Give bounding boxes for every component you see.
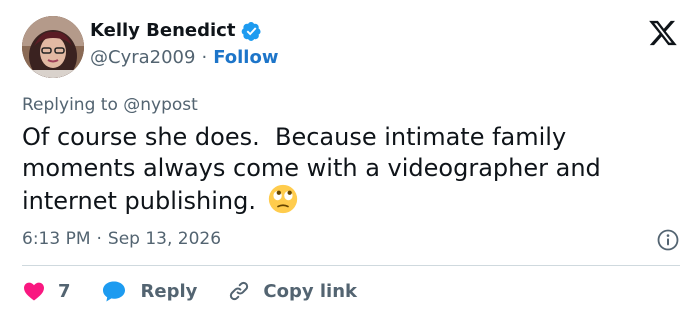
heart-icon (24, 282, 44, 301)
tweet-header: Kelly Benedict @Cyra2009 · Follow (22, 16, 680, 80)
face-with-rolling-eyes-emoji (268, 184, 298, 214)
handle[interactable]: @Cyra2009 (90, 47, 195, 69)
reply-mention[interactable]: @nypost (123, 95, 198, 115)
copy-link-label: Copy link (263, 280, 357, 302)
profile-photo (22, 16, 84, 78)
link-icon (230, 281, 249, 301)
tweet-text: Of course she does. Because intimate fam… (22, 123, 609, 215)
speech-bubble-icon (102, 281, 125, 302)
reply-prefix: Replying to (22, 95, 118, 115)
follow-button[interactable]: Follow (213, 47, 278, 69)
action-bar: 7 Reply Copy link (22, 278, 357, 304)
display-name[interactable]: Kelly Benedict (90, 20, 235, 42)
author-info: Kelly Benedict @Cyra2009 · Follow (90, 20, 278, 69)
reply-label: Reply (140, 280, 198, 302)
timestamp-separator: · (96, 229, 102, 249)
avatar[interactable] (22, 16, 84, 78)
copy-link-button[interactable]: Copy link (227, 279, 357, 303)
like-button[interactable]: 7 (22, 279, 71, 303)
timestamp-date: Sep 13, 2026 (107, 229, 222, 249)
timestamp[interactable]: 6:13 PM · Sep 13, 2026 (22, 228, 221, 250)
info-icon[interactable] (656, 228, 680, 252)
tweet-body: Of course she does. Because intimate fam… (22, 122, 662, 217)
handle-separator: · (201, 47, 208, 68)
reply-button[interactable]: Reply (101, 279, 198, 303)
divider (22, 265, 680, 266)
like-count: 7 (58, 280, 71, 302)
reply-context: Replying to @nypost (22, 94, 198, 116)
timestamp-time: 6:13 PM (22, 229, 91, 249)
x-logo-icon[interactable] (648, 18, 678, 48)
verified-badge-icon (242, 21, 262, 41)
